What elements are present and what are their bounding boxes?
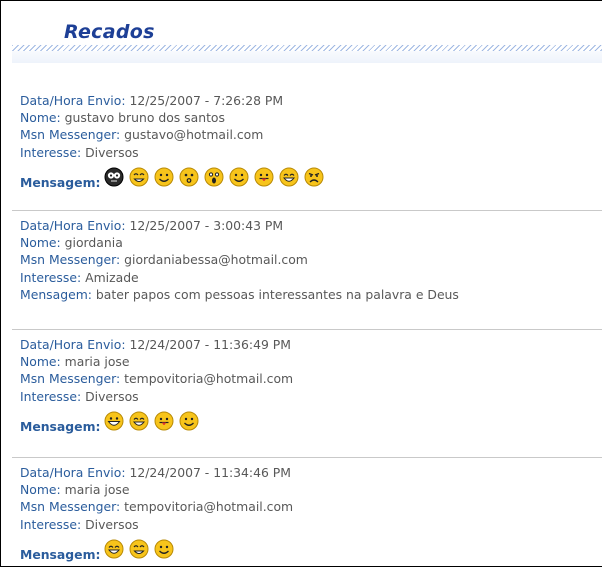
- message-text: bater papos com pessoas interessantes na…: [95, 286, 459, 302]
- angry-smiley-icon: [304, 167, 324, 187]
- laughing-smiley-icon: [104, 539, 124, 559]
- name-label: Nome:: [20, 235, 61, 251]
- msn-row: Msn Messenger: gustavo@hotmail.com: [20, 126, 602, 143]
- interest-value: Diversos: [85, 516, 139, 532]
- message-smileys: [104, 167, 329, 191]
- grin-smiley-icon: [129, 539, 149, 559]
- interest-row: Interesse: Amizade: [20, 269, 602, 286]
- interest-label: Interesse:: [20, 516, 82, 532]
- name-row: Nome: gustavo bruno dos santos: [20, 109, 602, 126]
- date-label: Data/Hora Envio:: [20, 93, 126, 108]
- panel-header: Recados: [12, 19, 602, 63]
- message-label: Mensagem:: [20, 174, 101, 190]
- smile-smiley-icon: [154, 167, 174, 187]
- glasses-smiley-icon: [104, 167, 124, 187]
- smile-smiley-icon: [229, 167, 249, 187]
- msn-label: Msn Messenger:: [20, 127, 121, 143]
- msn-label: Msn Messenger:: [20, 499, 121, 515]
- message-row: Mensagem: bater papos com pessoas intere…: [20, 286, 602, 303]
- name-label: Nome:: [20, 110, 61, 126]
- name-value: gustavo bruno dos santos: [64, 110, 225, 126]
- message-label: Mensagem:: [20, 286, 92, 302]
- date-row: Data/Hora Envio: 12/25/2007 - 3:00:43 PM: [20, 217, 602, 234]
- grin-smiley-icon: [129, 167, 149, 187]
- interest-row: Interesse: Diversos: [20, 388, 602, 405]
- interest-value: Amizade: [85, 269, 139, 285]
- msn-row: Msn Messenger: giordaniabessa@hotmail.co…: [20, 251, 602, 268]
- message-list: Data/Hora Envio: 12/25/2007 - 7:26:28 PM…: [12, 88, 602, 563]
- msn-label: Msn Messenger:: [20, 252, 121, 268]
- name-value: giordania: [64, 235, 123, 251]
- date-row: Data/Hora Envio: 12/24/2007 - 11:36:49 P…: [20, 336, 602, 353]
- interest-label: Interesse:: [20, 388, 82, 404]
- msn-label: Msn Messenger:: [20, 371, 121, 387]
- list-item: Data/Hora Envio: 12/24/2007 - 11:34:46 P…: [12, 457, 602, 563]
- msn-value: giordaniabessa@hotmail.com: [124, 252, 308, 268]
- msn-value: tempovitoria@hotmail.com: [124, 499, 294, 515]
- tongue-smiley-icon: [154, 411, 174, 431]
- name-label: Nome:: [20, 482, 61, 498]
- name-value: maria jose: [64, 482, 130, 498]
- list-item: Data/Hora Envio: 12/25/2007 - 7:26:28 PM…: [20, 88, 602, 210]
- date-label: Data/Hora Envio:: [20, 465, 126, 480]
- name-row: Nome: giordania: [20, 234, 602, 251]
- message-label: Mensagem:: [20, 418, 101, 434]
- date-value: 12/24/2007 - 11:34:46 PM: [129, 465, 291, 480]
- message-smileys: [104, 539, 179, 563]
- shocked-smiley-icon: [204, 167, 224, 187]
- list-item: Data/Hora Envio: 12/24/2007 - 11:36:49 P…: [12, 329, 602, 457]
- date-label: Data/Hora Envio:: [20, 337, 126, 352]
- msn-row: Msn Messenger: tempovitoria@hotmail.com: [20, 498, 602, 515]
- message-row: Mensagem:: [20, 161, 602, 191]
- interest-label: Interesse:: [20, 269, 82, 285]
- date-value: 12/25/2007 - 3:00:43 PM: [129, 218, 284, 233]
- message-label: Mensagem:: [20, 546, 101, 562]
- page-title: Recados: [64, 21, 155, 43]
- date-value: 12/25/2007 - 7:26:28 PM: [129, 93, 284, 108]
- name-label: Nome:: [20, 354, 61, 370]
- date-row: Data/Hora Envio: 12/24/2007 - 11:34:46 P…: [20, 464, 602, 481]
- laughing-smiley-icon: [279, 167, 299, 187]
- date-value: 12/24/2007 - 11:36:49 PM: [129, 337, 291, 352]
- name-value: maria jose: [64, 354, 130, 370]
- name-row: Nome: maria jose: [20, 481, 602, 498]
- interest-row: Interesse: Diversos: [20, 144, 602, 161]
- date-row: Data/Hora Envio: 12/25/2007 - 7:26:28 PM: [20, 92, 602, 109]
- interest-value: Diversos: [85, 144, 139, 160]
- interest-value: Diversos: [85, 388, 139, 404]
- surprised-smiley-icon: [179, 167, 199, 187]
- guestbook-panel: Recados Data/Hora Envio: 12/25/2007 - 7:…: [0, 0, 602, 567]
- interest-label: Interesse:: [20, 144, 82, 160]
- name-row: Nome: maria jose: [20, 353, 602, 370]
- message-row: Mensagem:: [20, 533, 602, 563]
- header-divider: [12, 45, 602, 51]
- date-label: Data/Hora Envio:: [20, 218, 126, 233]
- message-row: Mensagem:: [20, 405, 602, 435]
- msn-row: Msn Messenger: tempovitoria@hotmail.com: [20, 370, 602, 387]
- laughing-smiley-icon: [129, 411, 149, 431]
- msn-value: gustavo@hotmail.com: [124, 127, 264, 143]
- list-item: Data/Hora Envio: 12/25/2007 - 3:00:43 PM…: [12, 210, 602, 329]
- message-smileys: [104, 411, 204, 435]
- tongue-smiley-icon: [254, 167, 274, 187]
- msn-value: tempovitoria@hotmail.com: [124, 371, 294, 387]
- interest-row: Interesse: Diversos: [20, 516, 602, 533]
- smile-smiley-icon: [179, 411, 199, 431]
- big-grin-smiley-icon: [104, 411, 124, 431]
- smile-smiley-icon: [154, 539, 174, 559]
